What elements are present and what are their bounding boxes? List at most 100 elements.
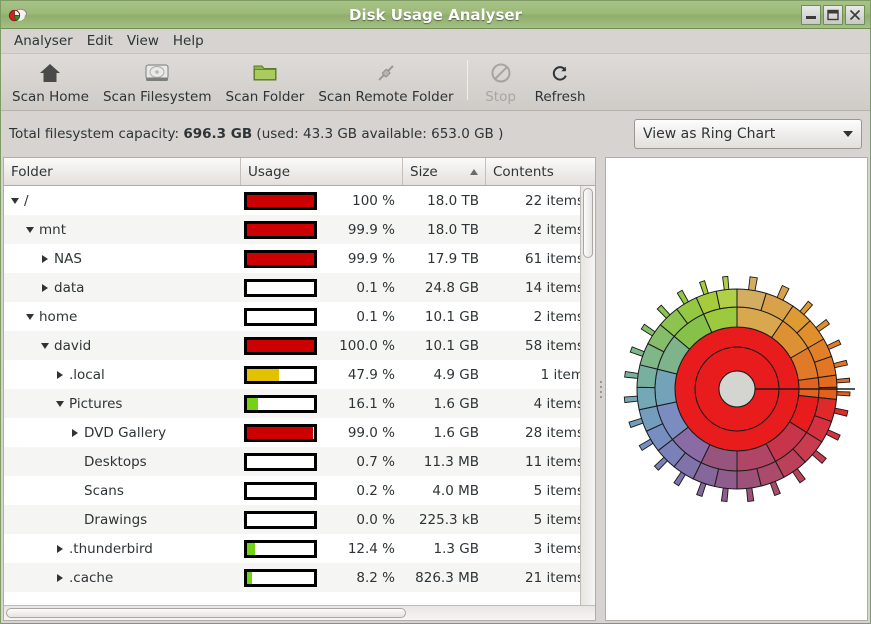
table-row[interactable]: Drawings 0.0 % 225.3 kB 5 items [4, 505, 580, 534]
scan-remote-folder-button[interactable]: Scan Remote Folder [311, 58, 460, 105]
column-header-size[interactable]: Size [403, 158, 486, 185]
horizontal-scrollbar-thumb[interactable] [6, 608, 406, 618]
table-row[interactable]: / 100 % 18.0 TB 22 items [4, 186, 580, 215]
sort-ascending-icon [470, 168, 478, 175]
ring-segment-tick [791, 468, 806, 484]
close-icon[interactable] [845, 4, 865, 25]
ring-chart[interactable] [612, 264, 862, 514]
cell-usage: 12.4 % [241, 539, 403, 558]
ring-segment-tick [656, 304, 671, 319]
capacity-suffix: (used: 43.3 GB available: 653.0 GB ) [256, 126, 504, 142]
ring-segment-tick [720, 487, 729, 503]
refresh-button[interactable]: Refresh [528, 58, 593, 105]
window-controls [801, 4, 867, 25]
cell-size: 1.3 GB [433, 540, 479, 557]
ring-segment-tick [775, 284, 790, 301]
column-header-contents[interactable]: Contents [486, 158, 594, 185]
table-row[interactable]: Desktops 0.7 % 11.3 MB 11 items [4, 447, 580, 476]
tree-body-wrap: / 100 % 18.0 TB 22 items mnt 99.9 % 18.0 TB 2 i… [4, 186, 595, 605]
ring-segment-tick [698, 280, 709, 296]
ring-segment[interactable] [654, 368, 677, 407]
table-row[interactable]: .local 47.9 % 4.9 GB 1 item [4, 360, 580, 389]
table-row[interactable]: DVD Gallery 99.0 % 1.6 GB 28 items [4, 418, 580, 447]
ring-chart-center-hub[interactable] [718, 370, 755, 408]
cell-folder: Desktops [4, 454, 241, 470]
usage-percent: 0.7 % [356, 453, 395, 470]
ring-segment-tick [745, 487, 754, 502]
cell-folder: data [4, 280, 241, 296]
ring-segment[interactable] [715, 288, 737, 310]
folder-name: NAS [54, 250, 82, 267]
usage-percent: 8.2 % [356, 569, 395, 586]
expander-expanded-icon[interactable] [8, 197, 21, 204]
table-row[interactable]: .thunderbird 12.4 % 1.3 GB 3 items [4, 534, 580, 563]
cell-folder: NAS [4, 251, 241, 267]
folder-name: Scans [84, 482, 124, 499]
ring-segment[interactable] [736, 467, 762, 490]
menu-item-analyser[interactable]: Analyser [7, 30, 80, 52]
table-row[interactable]: mnt 99.9 % 18.0 TB 2 items [4, 215, 580, 244]
ring-segment-tick [640, 323, 656, 337]
home-icon [38, 60, 62, 86]
ring-chart-pane[interactable] [605, 157, 868, 621]
cell-folder: david [4, 338, 241, 354]
scan-home-button[interactable]: Scan Home [5, 58, 96, 105]
main-panes: Folder Usage Size Contents / 100 % 18.0 TB… [1, 157, 870, 623]
expander-collapsed-icon[interactable] [53, 544, 66, 553]
folder-name: data [54, 279, 85, 296]
maximize-button[interactable] [823, 4, 843, 25]
folder-icon [252, 60, 278, 86]
table-row[interactable]: david 100.0 % 10.1 GB 58 items [4, 331, 580, 360]
usage-percent: 47.9 % [347, 366, 395, 383]
table-row[interactable]: Pictures 16.1 % 1.6 GB 4 items [4, 389, 580, 418]
title-bar[interactable]: Disk Usage Analyser [1, 1, 870, 29]
ring-segment[interactable] [636, 386, 657, 411]
usage-percent: 16.1 % [347, 395, 395, 412]
folder-tree-rows[interactable]: / 100 % 18.0 TB 22 items mnt 99.9 % 18.0 TB 2 i… [4, 186, 580, 605]
capacity-text: Total filesystem capacity: 696.3 GB (use… [9, 126, 503, 142]
cell-usage: 47.9 % [241, 365, 403, 384]
expander-expanded-icon[interactable] [38, 342, 51, 349]
table-row[interactable]: data 0.1 % 24.8 GB 14 items [4, 273, 580, 302]
pane-splitter[interactable] [596, 157, 605, 621]
column-header-size-label: Size [410, 163, 438, 180]
cell-size: 826.3 MB [415, 569, 479, 586]
cell-usage: 100 % [241, 191, 403, 210]
menu-item-view[interactable]: View [120, 30, 166, 52]
ring-segment[interactable] [817, 374, 837, 389]
horizontal-scrollbar[interactable] [4, 605, 595, 620]
expander-collapsed-icon[interactable] [38, 283, 51, 292]
usage-bar-fill [247, 223, 314, 236]
disk-usage-analyser-window: Disk Usage Analyser Analyser Edit View H… [0, 0, 871, 624]
table-row[interactable]: .cache 8.2 % 826.3 MB 21 items [4, 563, 580, 592]
minimize-button[interactable] [801, 4, 821, 25]
expander-collapsed-icon[interactable] [68, 428, 81, 437]
ring-segment[interactable] [797, 377, 819, 399]
folder-name: .local [69, 366, 105, 383]
expander-collapsed-icon[interactable] [53, 370, 66, 379]
column-header-folder[interactable]: Folder [4, 158, 241, 185]
column-header-usage[interactable]: Usage [241, 158, 403, 185]
scan-folder-button[interactable]: Scan Folder [219, 58, 312, 105]
view-mode-select[interactable]: View as Ring Chart [634, 119, 862, 149]
ring-segment-tick [623, 395, 638, 404]
expander-expanded-icon[interactable] [53, 400, 66, 407]
menu-item-edit[interactable]: Edit [80, 30, 120, 52]
refresh-label: Refresh [534, 89, 586, 105]
expander-expanded-icon[interactable] [23, 226, 36, 233]
expander-collapsed-icon[interactable] [53, 573, 66, 582]
table-row[interactable]: Scans 0.2 % 4.0 MB 5 items [4, 476, 580, 505]
expander-collapsed-icon[interactable] [38, 254, 51, 263]
table-row[interactable]: home 0.1 % 10.1 GB 2 items [4, 302, 580, 331]
menu-item-help[interactable]: Help [166, 30, 211, 52]
vertical-scrollbar[interactable] [580, 186, 595, 605]
refresh-icon [549, 60, 571, 86]
expander-expanded-icon[interactable] [23, 313, 36, 320]
table-row[interactable]: NAS 99.9 % 17.9 TB 61 items [4, 244, 580, 273]
usage-percent: 0.0 % [356, 511, 395, 528]
cell-contents: 61 items [524, 250, 580, 267]
usage-bar [244, 307, 317, 326]
scan-filesystem-button[interactable]: Scan Filesystem [96, 58, 219, 105]
usage-bar [244, 539, 317, 558]
vertical-scrollbar-thumb[interactable] [583, 188, 593, 258]
